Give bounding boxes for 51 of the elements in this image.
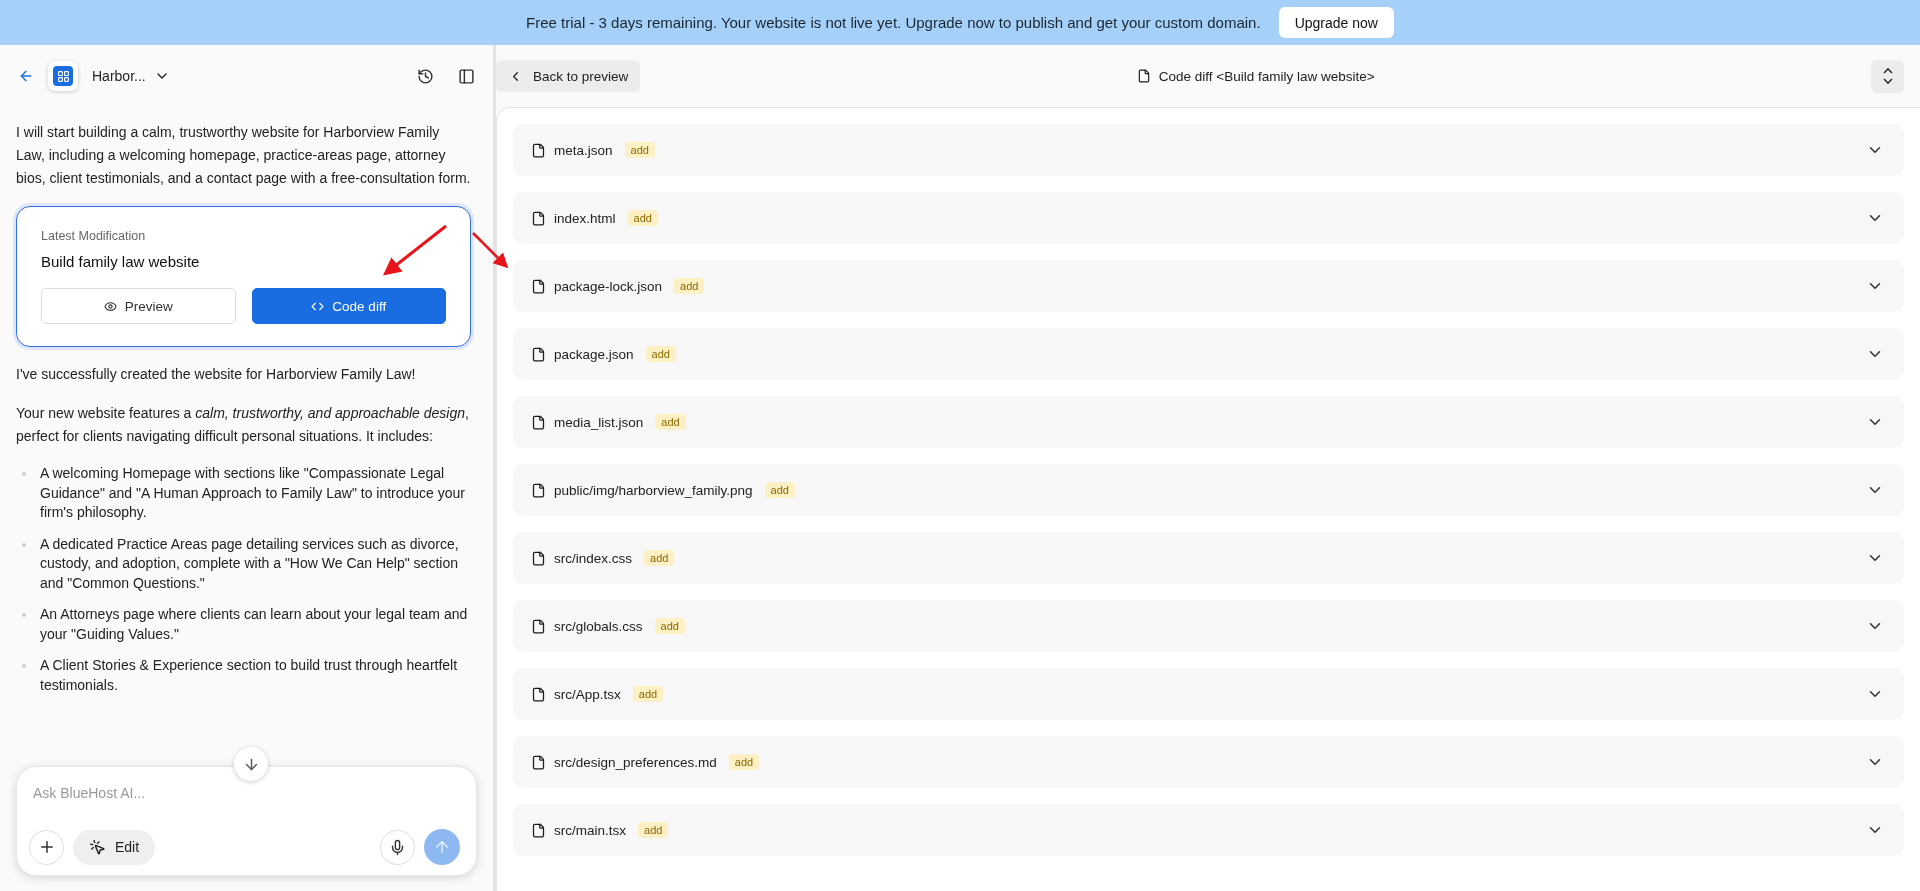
file-row[interactable]: meta.json add bbox=[513, 124, 1904, 176]
status-tag: add bbox=[624, 142, 655, 158]
status-tag: add bbox=[632, 686, 664, 702]
project-dropdown[interactable]: Harbor... bbox=[88, 64, 174, 88]
card-title: Build family law website bbox=[41, 253, 201, 270]
list-item: A welcoming Homepage with sections like "Compassionate Legal Guidance" and "A Human Approach to Family Law" to introduce your firm's philosophy. bbox=[40, 464, 471, 523]
status-tag: add bbox=[638, 822, 669, 838]
status-tag: add bbox=[655, 414, 686, 430]
status-tag: add bbox=[644, 550, 675, 566]
card-label: Latest Modification bbox=[41, 229, 147, 243]
upgrade-button[interactable]: Upgrade now bbox=[1278, 7, 1394, 38]
back-to-preview-button[interactable]: Back to preview bbox=[496, 60, 641, 92]
file-row[interactable]: src/main.tsx add bbox=[513, 804, 1904, 856]
edit-button[interactable]: Edit bbox=[73, 829, 156, 865]
file-name: src/main.tsx bbox=[554, 822, 626, 838]
file-row[interactable]: package.json add bbox=[513, 328, 1904, 380]
file-row[interactable]: src/design_preferences.md add bbox=[513, 736, 1904, 788]
file-name: src/design_preferences.md bbox=[554, 754, 717, 770]
status-tag: add bbox=[654, 618, 685, 634]
file-name: meta.json bbox=[554, 142, 613, 158]
status-tag: add bbox=[674, 278, 705, 294]
banner-message: Free trial - 3 days remaining. Your website is not live yet. Upgrade now to publish and get your custom domain. bbox=[526, 14, 1261, 31]
file-name: package.json bbox=[554, 346, 634, 362]
chat-message: I've successfully created the website for Harborview Family Law! bbox=[16, 365, 417, 384]
file-name: media_list.json bbox=[554, 414, 644, 430]
file-name: src/index.css bbox=[554, 550, 633, 566]
status-tag: add bbox=[627, 210, 658, 226]
file-row[interactable]: src/App.tsx add bbox=[513, 668, 1904, 720]
file-row[interactable]: src/index.css add bbox=[513, 532, 1904, 584]
status-tag: add bbox=[764, 482, 795, 498]
status-tag: add bbox=[645, 346, 676, 362]
list-item: A dedicated Practice Areas page detailing services such as divorce, custody, and adoption, complete with a "How We Can Help" section and "Common Questions." bbox=[40, 534, 471, 593]
file-name: src/App.tsx bbox=[554, 686, 621, 702]
file-row[interactable]: src/globals.css add bbox=[513, 600, 1904, 652]
chat-message: Your new website features a calm, trustworthy, and approachable design, perfect for clients navigating difficult personal situations. It includes: bbox=[16, 404, 470, 446]
code-diff-button[interactable]: Code diff bbox=[251, 288, 446, 324]
file-name: src/globals.css bbox=[554, 618, 643, 634]
file-name: public/img/harborview_family.png bbox=[554, 482, 753, 498]
chat-input-field[interactable]: Ask BlueHost AI... bbox=[29, 781, 460, 805]
diff-title: Code diff <Build family law website> bbox=[1158, 68, 1375, 84]
preview-button[interactable]: Preview bbox=[41, 288, 236, 324]
file-row[interactable]: media_list.json add bbox=[513, 396, 1904, 448]
list-item: An Attorneys page where clients can learn about your legal team and your "Guiding Values." bbox=[40, 605, 471, 644]
file-name: package-lock.json bbox=[554, 278, 663, 294]
status-tag: add bbox=[728, 754, 760, 770]
list-item: A Client Stories & Experience section to build trust through heartfelt testimonials. bbox=[40, 656, 471, 695]
file-row[interactable]: index.html add bbox=[513, 192, 1904, 244]
file-row[interactable]: public/img/harborview_family.png add bbox=[513, 464, 1904, 516]
chat-message: I will start building a calm, trustworthy website for Harborview Family Law, including a welcoming homepage, practice-areas page, attorney bios, client testimonials, and a contact page with a free-consultation form. bbox=[16, 123, 471, 188]
file-name: index.html bbox=[554, 210, 616, 226]
file-row[interactable]: package-lock.json add bbox=[513, 260, 1904, 312]
